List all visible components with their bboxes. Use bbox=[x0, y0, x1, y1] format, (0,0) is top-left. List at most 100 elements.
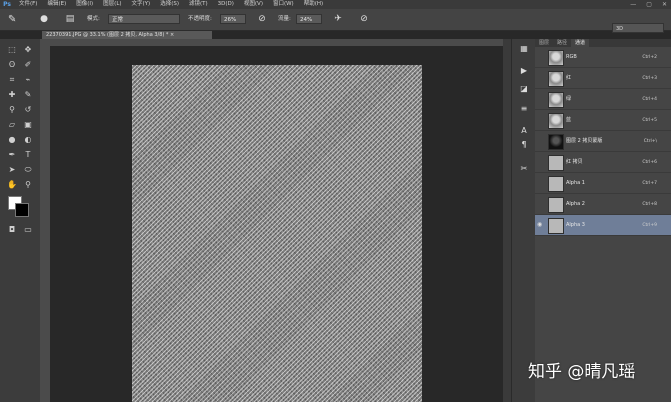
menu-image[interactable]: 图像(I) bbox=[71, 0, 98, 9]
visibility-eye-icon[interactable] bbox=[537, 53, 545, 61]
channel-shortcut: Ctrl+\ bbox=[643, 139, 657, 144]
brush-tool-icon[interactable]: ✎ bbox=[22, 89, 34, 100]
flow-input[interactable]: 24% bbox=[296, 14, 322, 24]
close-button[interactable]: ✕ bbox=[662, 0, 667, 9]
channel-thumbnail bbox=[548, 113, 564, 129]
visibility-eye-icon[interactable] bbox=[537, 95, 545, 103]
menu-select[interactable]: 选择(S) bbox=[155, 0, 184, 9]
zoom-tool-icon[interactable]: ⚲ bbox=[22, 179, 34, 190]
workspace-select[interactable]: 3D bbox=[612, 23, 664, 33]
background-color-swatch[interactable] bbox=[15, 203, 29, 217]
document-tab[interactable]: 22370391.JPG @ 33.1% (图层 2 拷贝, Alpha 3/8… bbox=[42, 31, 212, 39]
dodge-tool-icon[interactable]: ◐ bbox=[22, 134, 34, 145]
window-controls: — ▢ ✕ bbox=[630, 0, 667, 9]
menu-window[interactable]: 窗口(W) bbox=[268, 0, 299, 9]
channel-name: RGB bbox=[566, 54, 577, 60]
channel-name: 红 拷贝 bbox=[566, 159, 583, 165]
blur-tool-icon[interactable]: ● bbox=[6, 134, 18, 145]
channel-row[interactable]: Alpha 1 Ctrl+7 bbox=[535, 173, 671, 194]
canvas-area[interactable] bbox=[50, 46, 503, 402]
type-tool-icon[interactable]: T bbox=[22, 149, 34, 160]
channel-thumbnail bbox=[548, 155, 564, 171]
pen-tool-icon[interactable]: ✒ bbox=[6, 149, 18, 160]
lasso-tool-icon[interactable]: ʘ bbox=[6, 59, 18, 70]
channel-thumbnail bbox=[548, 176, 564, 192]
menu-bar: Ps 文件(F) 编辑(E) 图像(I) 图层(L) 文字(Y) 选择(S) 滤… bbox=[0, 0, 671, 9]
maximize-button[interactable]: ▢ bbox=[646, 0, 652, 9]
toolbox: ⬚ ✥ ʘ ✐ ⌗ ⌁ ✚ ✎ ⚲ ↺ ▱ ▣ ● ◐ ✒ T ➤ ⬭ ✋ ⚲ … bbox=[0, 39, 41, 402]
history-panel-icon[interactable]: ▦ bbox=[517, 43, 531, 55]
actions-panel-icon[interactable]: ▶ bbox=[517, 65, 531, 77]
paragraph-panel-icon[interactable]: ¶ bbox=[517, 139, 531, 151]
visibility-eye-icon[interactable] bbox=[537, 116, 545, 124]
channel-row[interactable]: 红 拷贝 Ctrl+6 bbox=[535, 152, 671, 173]
visibility-eye-icon[interactable] bbox=[537, 200, 545, 208]
move-tool-icon[interactable]: ✥ bbox=[22, 44, 34, 55]
menu-filter[interactable]: 滤镜(T) bbox=[184, 0, 213, 9]
pressure-size-icon[interactable]: ⊘ bbox=[358, 13, 370, 25]
properties-panel-icon[interactable]: ≡ bbox=[517, 103, 531, 115]
menu-file[interactable]: 文件(F) bbox=[14, 0, 42, 9]
flow-label: 流量: bbox=[278, 16, 291, 22]
menu-layer[interactable]: 图层(L) bbox=[98, 0, 126, 9]
visibility-eye-icon[interactable] bbox=[537, 158, 545, 166]
channel-shortcut: Ctrl+4 bbox=[642, 97, 657, 102]
menu-edit[interactable]: 编辑(E) bbox=[42, 0, 71, 9]
brush-preset-icon[interactable]: ● bbox=[38, 13, 50, 25]
crop-tool-icon[interactable]: ⌗ bbox=[6, 74, 18, 85]
eyedropper-tool-icon[interactable]: ⌁ bbox=[22, 74, 34, 85]
marquee-tool-icon[interactable]: ⬚ bbox=[6, 44, 18, 55]
brush-tool-icon[interactable]: ✎ bbox=[8, 13, 22, 26]
airbrush-icon[interactable]: ✈ bbox=[332, 13, 344, 25]
visibility-eye-icon[interactable]: ◉ bbox=[537, 221, 545, 229]
channel-shortcut: Ctrl+8 bbox=[642, 202, 657, 207]
tab-channels[interactable]: 通道 bbox=[571, 39, 590, 47]
document-canvas[interactable] bbox=[132, 65, 422, 402]
adjustments-panel-icon[interactable]: ◪ bbox=[517, 83, 531, 95]
vertical-scrollbar[interactable] bbox=[503, 39, 511, 402]
minimize-button[interactable]: — bbox=[630, 0, 636, 9]
healing-brush-tool-icon[interactable]: ✚ bbox=[6, 89, 18, 100]
channel-row[interactable]: ◉ Alpha 3 Ctrl+9 bbox=[535, 215, 671, 236]
tool-presets-panel-icon[interactable]: ✂ bbox=[517, 163, 531, 175]
opacity-label: 不透明度: bbox=[188, 16, 212, 22]
quick-select-tool-icon[interactable]: ✐ bbox=[22, 59, 34, 70]
visibility-eye-icon[interactable] bbox=[537, 179, 545, 187]
history-brush-tool-icon[interactable]: ↺ bbox=[22, 104, 34, 115]
brush-panel-icon[interactable]: ▤ bbox=[64, 13, 76, 25]
channel-shortcut: Ctrl+7 bbox=[642, 181, 657, 186]
menu-help[interactable]: 帮助(H) bbox=[299, 0, 328, 9]
hand-tool-icon[interactable]: ✋ bbox=[6, 179, 18, 190]
visibility-eye-icon[interactable] bbox=[537, 74, 545, 82]
character-panel-icon[interactable]: A bbox=[517, 125, 531, 137]
tab-paths[interactable]: 路径 bbox=[553, 39, 571, 47]
eraser-tool-icon[interactable]: ▱ bbox=[6, 119, 18, 130]
watermark-text: 知乎 @晴凡瑶 bbox=[528, 362, 636, 382]
gradient-tool-icon[interactable]: ▣ bbox=[22, 119, 34, 130]
path-select-tool-icon[interactable]: ➤ bbox=[6, 164, 18, 175]
mode-select[interactable]: 正常 bbox=[108, 14, 180, 24]
menu-3d[interactable]: 3D(D) bbox=[213, 0, 239, 9]
channel-row[interactable]: 图层 2 拷贝蒙版 Ctrl+\ bbox=[535, 131, 671, 152]
menu-type[interactable]: 文字(Y) bbox=[127, 0, 156, 9]
horizontal-ruler bbox=[50, 39, 503, 46]
channel-shortcut: Ctrl+6 bbox=[642, 160, 657, 165]
channel-row[interactable]: 红 Ctrl+3 bbox=[535, 68, 671, 89]
clone-stamp-tool-icon[interactable]: ⚲ bbox=[6, 104, 18, 115]
channel-shortcut: Ctrl+2 bbox=[642, 55, 657, 60]
channel-row[interactable]: RGB Ctrl+2 bbox=[535, 47, 671, 68]
quick-mask-icon[interactable]: ◘ bbox=[6, 224, 18, 235]
screen-mode-icon[interactable]: ▭ bbox=[22, 224, 34, 235]
channel-thumbnail bbox=[548, 134, 564, 150]
opacity-input[interactable]: 26% bbox=[220, 14, 246, 24]
channel-row[interactable]: Alpha 2 Ctrl+8 bbox=[535, 194, 671, 215]
channel-row[interactable]: 绿 Ctrl+4 bbox=[535, 89, 671, 110]
pressure-opacity-icon[interactable]: ⊘ bbox=[256, 13, 268, 25]
menu-view[interactable]: 视图(V) bbox=[239, 0, 268, 9]
shape-tool-icon[interactable]: ⬭ bbox=[22, 164, 34, 175]
channel-thumbnail bbox=[548, 218, 564, 234]
tab-layers[interactable]: 图层 bbox=[535, 39, 553, 47]
channel-row[interactable]: 蓝 Ctrl+5 bbox=[535, 110, 671, 131]
visibility-eye-icon[interactable] bbox=[537, 137, 545, 145]
channel-name: Alpha 2 bbox=[566, 201, 585, 207]
